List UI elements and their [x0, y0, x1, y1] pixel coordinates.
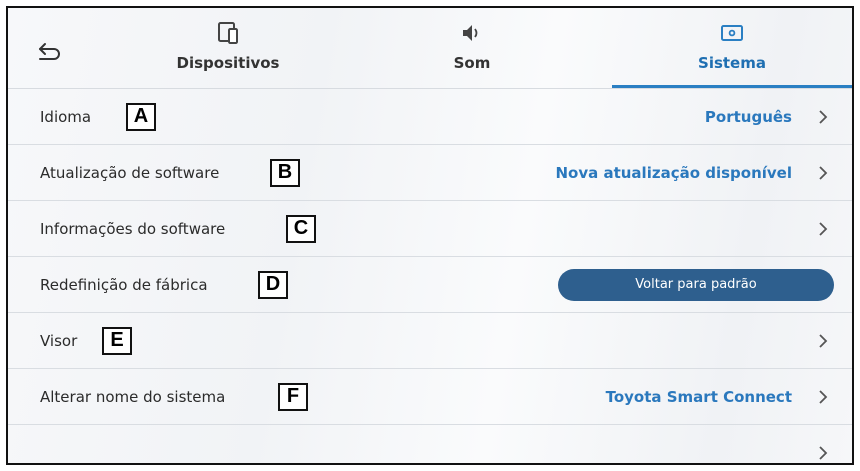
- chevron-right-icon: [819, 389, 828, 404]
- row-alterar-nome-sistema[interactable]: Alterar nome do sistema F Toyota Smart C…: [8, 369, 852, 425]
- settings-list: Idioma A Português Atualização de softwa…: [8, 89, 852, 463]
- callout-label: A: [126, 102, 156, 131]
- reset-default-button[interactable]: Voltar para padrão: [558, 268, 834, 301]
- row-label: Redefinição de fábrica: [40, 275, 208, 294]
- row-label: Atualização de software: [40, 163, 220, 182]
- callout-label: D: [258, 270, 288, 299]
- callout-label: C: [286, 214, 316, 243]
- callout-label: E: [102, 326, 132, 355]
- row-partial[interactable]: [8, 425, 852, 463]
- row-label: Informações do software: [40, 219, 226, 238]
- tab-label: Sistema: [698, 54, 766, 72]
- tab-dispositivos[interactable]: Dispositivos: [138, 8, 318, 88]
- row-label: Visor: [40, 331, 78, 350]
- phone-tablet-icon: [218, 22, 238, 44]
- row-label: Alterar nome do sistema: [40, 387, 226, 406]
- tab-label: Som: [453, 54, 491, 72]
- row-value: Toyota Smart Connect: [605, 387, 792, 406]
- row-value: Nova atualização disponível: [555, 163, 792, 182]
- row-atualizacao-software[interactable]: Atualização de software B Nova atualizaç…: [8, 145, 852, 201]
- row-idioma[interactable]: Idioma A Português: [8, 89, 852, 145]
- tab-sistema[interactable]: Sistema: [612, 8, 852, 88]
- tab-label: Dispositivos: [176, 54, 280, 72]
- callout-label: F: [278, 382, 308, 411]
- chevron-right-icon: [819, 165, 828, 180]
- system-screen-icon: [721, 25, 743, 41]
- row-informacoes-software[interactable]: Informações do software C: [8, 201, 852, 257]
- chevron-right-icon: [819, 333, 828, 348]
- chevron-right-icon: [819, 446, 828, 460]
- back-arrow-icon: [39, 43, 60, 60]
- tab-som[interactable]: Som: [382, 8, 562, 88]
- back-button[interactable]: [30, 34, 70, 70]
- row-redefinicao-fabrica: Redefinição de fábrica D Voltar para pad…: [8, 257, 852, 313]
- speaker-icon: [463, 25, 478, 41]
- chevron-right-icon: [819, 221, 828, 236]
- chevron-right-icon: [819, 109, 828, 124]
- row-label: Idioma: [40, 107, 92, 126]
- screen-frame: Dispositivos Som Sistema Idioma A Portug…: [6, 6, 854, 465]
- row-visor[interactable]: Visor E: [8, 313, 852, 369]
- row-value: Português: [704, 107, 792, 126]
- callout-label: B: [270, 158, 300, 187]
- header: Dispositivos Som Sistema: [8, 8, 852, 88]
